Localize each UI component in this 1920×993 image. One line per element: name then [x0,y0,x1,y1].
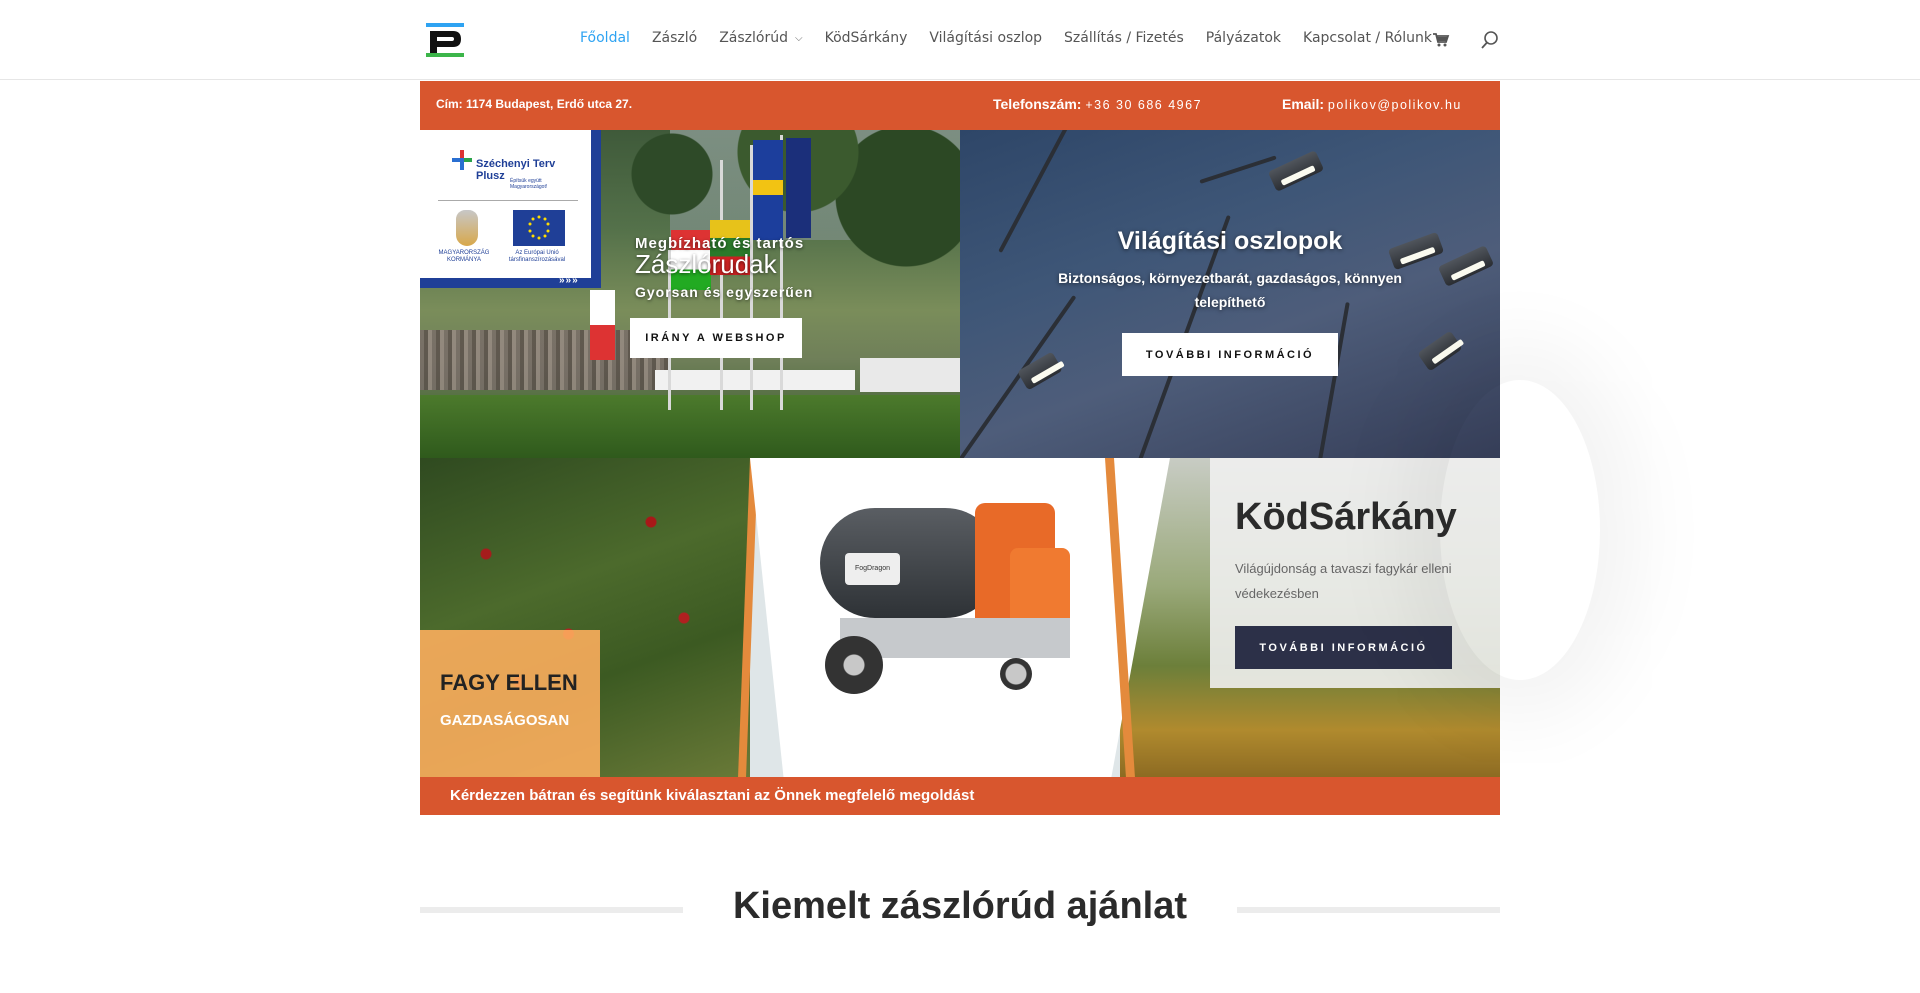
lamp-pole [1318,302,1350,458]
trailer-wheel [825,636,883,694]
email-link[interactable]: polikov@polikov.hu [1328,98,1462,112]
fogdragon-fan [1010,548,1070,628]
government-label: MAGYARORSZÁG KORMÁNYA [438,250,490,263]
lamp-subtitle: Biztonságos, környezetbarát, gazdaságos,… [1058,270,1402,310]
szechenyi-subtitle: Építsük együtt Magyarországot! [510,178,548,190]
street-lamp-promo: Világítási oszlopok Biztonságos, környez… [960,130,1500,458]
search-icon[interactable] [1480,30,1500,50]
phone-info: Telefonszám: +36 30 686 4967 [993,96,1202,112]
eu-stars-icon [528,215,550,240]
polikov-logo[interactable] [425,22,467,58]
frost-promo-box: FAGY ELLEN GAZDASÁGOSAN [420,630,600,778]
cta-bar: Kérdezzen bátran és segítünk kiválasztan… [420,777,1500,815]
webshop-button[interactable]: IRÁNY A WEBSHOP [630,318,802,358]
nav-item-szallitas-fizetes[interactable]: Szállítás / Fizetés [1064,30,1184,46]
lamp-pole [960,295,1077,458]
phone-link[interactable]: +36 30 686 4967 [1085,98,1202,112]
flag-subline: Gyorsan és egyszerűen [635,284,814,300]
ad-banner-national-instruments [860,358,960,392]
contact-bar: Cím: 1174 Budapest, Erdő utca 27. Telefo… [420,81,1500,130]
jockey-wheel [1000,658,1032,690]
lamp-head [1017,351,1063,391]
main-nav: Főoldal Zászló Zászlórúd ⌵ KödSárkány Vil… [580,30,1454,46]
badge-border [591,130,601,288]
szechenyi-terv-badge[interactable]: Széchenyi Terv Plusz Építsük együtt Magy… [420,130,601,288]
lamp-more-info-button[interactable]: TOVÁBBI INFORMÁCIÓ [1122,333,1338,376]
flag [786,138,811,238]
eu-flag-icon [513,210,565,246]
nav-item-palyazatok[interactable]: Pályázatok [1206,30,1281,46]
nav-item-vilagitasi-oszlop[interactable]: Világítási oszlop [929,30,1042,46]
eu-label: Az Európai Unió társfinanszírozásával [508,250,566,263]
flag-headline: Zászlórudak [635,249,777,279]
chevron-down-icon: ⌵ [795,32,803,44]
nav-item-zaszlorud[interactable]: Zászlórúd ⌵ [719,30,802,46]
fogdragon-logo: FogDragon [845,553,900,585]
email-info: Email: polikov@polikov.hu [1282,96,1462,112]
site-header: Főoldal Zászló Zászlórúd ⌵ KödSárkány Vil… [0,0,1920,80]
phone-label: Telefonszám: [993,96,1082,112]
flag [590,290,615,360]
kodsarkany-more-info-button[interactable]: TOVÁBBI INFORMÁCIÓ [1235,626,1452,669]
frost-title: FAGY ELLEN [440,670,578,695]
section-title: Kiemelt zászlórúd ajánlat [732,885,1187,927]
decorative-shadow [1440,380,1600,680]
kodsarkany-title: KödSárkány [1235,496,1457,538]
szechenyi-cross-icon [452,150,472,170]
lamp-head [1417,330,1463,372]
cart-icon[interactable] [1432,31,1450,49]
lamp-head [1267,150,1325,192]
fogdragon-promo: FogDragon FAGY ELLEN GAZDASÁGOSAN KödSár… [420,458,1500,778]
hedge [420,395,960,458]
arrows-icon: »»» [559,275,579,286]
lamp-title: Világítási oszlopok [1117,227,1343,255]
flagpole-promo: Széchenyi Terv Plusz Építsük együtt Magy… [420,130,960,458]
hungarian-coat-of-arms [456,210,478,246]
nav-item-kodsarkany[interactable]: KödSárkány [825,30,908,46]
divider [438,200,578,201]
flag-sweden [753,140,783,240]
email-label: Email: [1282,96,1325,112]
address-text: Cím: 1174 Budapest, Erdő utca 27. [436,97,633,111]
nav-item-fooldal[interactable]: Főoldal [580,30,630,46]
cta-text: Kérdezzen bátran és segítünk kiválasztan… [450,787,975,804]
frost-subtitle: GAZDASÁGOSAN [440,712,570,729]
nav-item-zaszlo[interactable]: Zászló [652,30,697,46]
nav-item-kapcsolat-rolunk[interactable]: Kapcsolat / Rólunk [1303,30,1432,46]
lamp-pole [1199,155,1277,184]
ad-banner [655,370,855,390]
